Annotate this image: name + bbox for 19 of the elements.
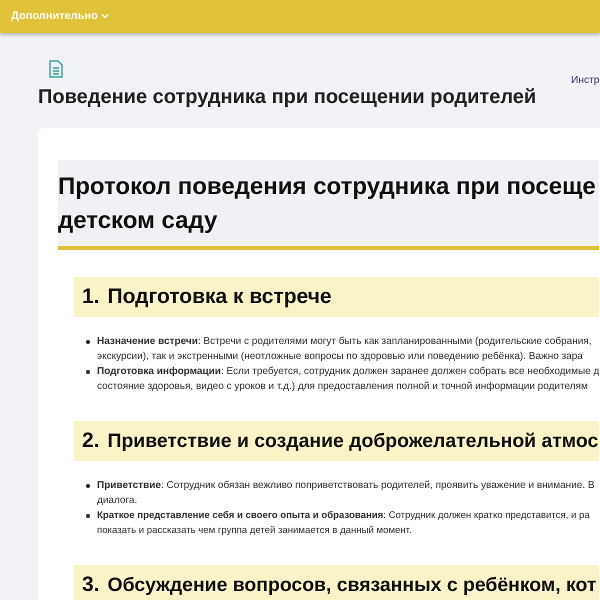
page-title: Поведение сотрудника при посещении родителей bbox=[38, 86, 536, 109]
bullet-icon bbox=[86, 484, 90, 488]
chevron-down-icon bbox=[100, 13, 109, 19]
bullet-item: Приветствие: Сотрудник обязан вежливо поприветствовать родителей, проявить уважение и внимание. В диалога. bbox=[97, 479, 596, 508]
document-icon bbox=[49, 60, 63, 78]
section-number: 3. bbox=[82, 573, 100, 597]
section-heading: Подготовка к встрече bbox=[108, 285, 333, 309]
bullet-icon bbox=[86, 514, 90, 518]
bullet-item: Назначение встречи: Встречи с родителями могут быть как запланированными (родительские собрания, экскурсии), так и экстренными (неотложные вопросы по здоровью или поведению ребёнка). Важно зара bbox=[97, 335, 593, 364]
bullet-icon bbox=[86, 370, 90, 374]
bullet-item: Подготовка информации: Если требуется, сотрудник должен заранее должен собрать все необходимые д состояние здоровья, видео с уроков и т.д.) для предоставления полной и точной информации родителям bbox=[97, 365, 599, 394]
section-number: 2. bbox=[82, 429, 100, 453]
bullet-icon bbox=[86, 340, 90, 344]
section-number: 1. bbox=[82, 285, 100, 309]
instructions-link[interactable]: Инстр bbox=[571, 75, 599, 86]
section-heading: Приветствие и создание доброжелательной атмос bbox=[108, 430, 599, 452]
section-heading: Обсуждение вопросов, связанных с ребёнком, кот bbox=[108, 574, 598, 596]
document-title: Протокол поведения сотрудника при посеще детском саду bbox=[58, 172, 597, 236]
bullet-item: Краткое представление себя и своего опыта и образования: Сотрудник должен кратко представится, и ра показать и рассказать чем группа детей занимается в данный момент. bbox=[97, 509, 591, 538]
